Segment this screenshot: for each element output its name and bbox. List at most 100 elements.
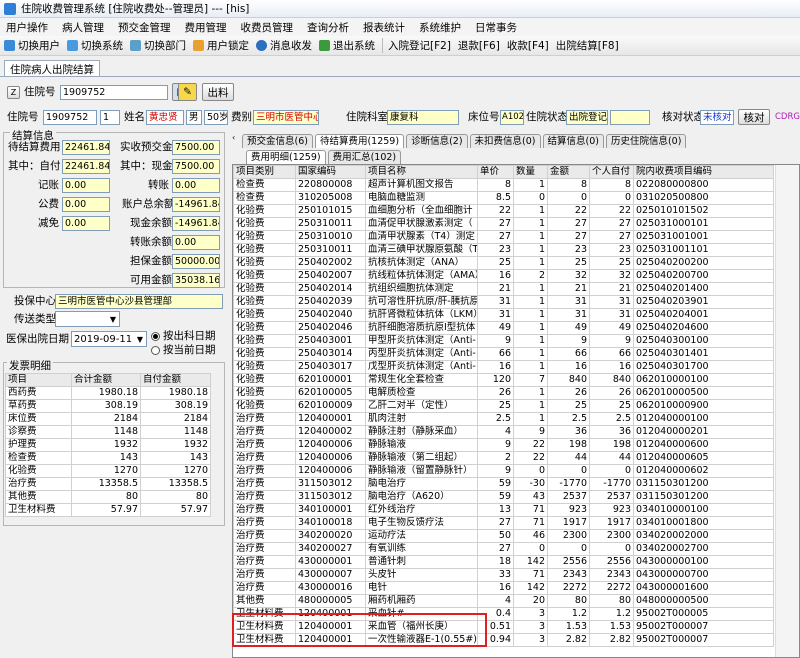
invoice-row[interactable]: 床位费 2184 2184 <box>5 412 211 426</box>
detail-row[interactable]: 化验费 250310011 血清促甲状腺激素测定（ 27 1 27 27 0250310001… <box>233 217 774 231</box>
menu-fee[interactable]: 费用管理 <box>185 20 227 35</box>
switch-dept-button[interactable]: 切换部门 <box>130 38 186 53</box>
detail-row[interactable]: 化验费 620100005 电解质检查 26 1 26 26 062010000500 <box>233 386 774 400</box>
detail-row[interactable]: 化验费 250402040 抗肝肾微粒体抗体（LKM） 31 1 31 31 02504020… <box>233 308 774 322</box>
detail-row[interactable]: 化验费 250310010 血清甲状腺素（T4）测定 27 1 27 27 025031001… <box>233 230 774 244</box>
tab-top-3[interactable]: 未扣费信息(0) <box>469 134 541 148</box>
transfer-type-select[interactable]: ▼ <box>55 311 120 327</box>
doc-tab[interactable]: 住院病人出院结算 <box>4 60 100 77</box>
category-label: 费别 <box>231 111 252 123</box>
detail-cell: 27 <box>547 230 590 244</box>
lock-user-button[interactable]: 用户锁定 <box>193 38 249 53</box>
detail-row[interactable]: 治疗费 311503012 脑电治疗 59 -30 -1770 -1770 031150301… <box>233 477 774 491</box>
admit-button[interactable]: 入院登记[F2] <box>382 38 451 53</box>
detail-row[interactable]: 其他费 480000005 厢药机厢药 4 20 80 80 048000000500 <box>233 594 774 608</box>
menu-cashier[interactable]: 收费员管理 <box>241 20 294 35</box>
detail-row[interactable]: 治疗费 340100001 红外线治疗 13 71 923 923 034010000100 <box>233 503 774 517</box>
invoice-row[interactable]: 诊察费 1148 1148 <box>5 425 211 439</box>
detail-header[interactable]: 个人自付 <box>589 165 634 179</box>
detail-row[interactable]: 化验费 620100001 常规生化全套检查 120 7 840 840 0620100001… <box>233 373 774 387</box>
tab-top-1[interactable]: 待结算费用(1259) <box>314 134 405 148</box>
discharge-date-picker[interactable]: 2019-09-11 ▼ <box>71 331 147 347</box>
invoice-row[interactable]: 西药费 1980.18 1980.18 <box>5 386 211 400</box>
detail-header[interactable]: 项目名称 <box>365 165 478 179</box>
menu-system[interactable]: 系统维护 <box>419 20 461 35</box>
detail-row[interactable]: 治疗费 340200027 有氧训练 27 0 0 0 034020002700 <box>233 542 774 556</box>
detail-header[interactable]: 国家编码 <box>295 165 366 179</box>
detail-row[interactable]: 化验费 250403014 丙型肝炎抗体测定（Anti- 66 1 66 66 0250403… <box>233 347 774 361</box>
detail-row[interactable]: 化验费 250101015 血细胞分析（全血细胞计 22 1 22 22 0250101015… <box>233 204 774 218</box>
discharge-settle-button[interactable]: 出院结算[F8] <box>556 38 619 53</box>
tab-top-5[interactable]: 历史住院信息(0) <box>605 134 687 148</box>
chevron-left-icon[interactable]: ‹ <box>232 133 235 142</box>
tab-top-0[interactable]: 预交金信息(6) <box>242 134 313 148</box>
detail-row[interactable]: 治疗费 311503012 脑电治疗（A620） 59 43 2537 2537 031150… <box>233 490 774 504</box>
detail-cell: 肌肉注射 <box>365 412 478 426</box>
detail-row[interactable]: 化验费 620100009 乙肝二对半（定性） 25 1 25 25 062010000900 <box>233 399 774 413</box>
switch-user-button[interactable]: 切换用户 <box>4 38 60 53</box>
vertical-scrollbar[interactable] <box>775 165 799 657</box>
invoice-row[interactable]: 化验费 1270 1270 <box>5 464 211 478</box>
detail-row[interactable]: 治疗费 120400002 静脉注射（静脉采血） 4 9 36 36 012040000201 <box>233 425 774 439</box>
detail-header[interactable]: 项目类别 <box>233 165 296 179</box>
detail-row[interactable]: 治疗费 340100018 电子生物反馈疗法 27 71 1917 1917 03401000… <box>233 516 774 530</box>
tab-sub-1[interactable]: 费用汇总(102) <box>327 150 402 164</box>
exit-button[interactable]: 退出系统 <box>319 38 375 53</box>
detail-cell: 治疗费 <box>233 412 296 426</box>
detail-header[interactable]: 金额 <box>547 165 590 179</box>
detail-row[interactable]: 治疗费 120400006 静脉输液 9 22 198 198 012040000600 <box>233 438 774 452</box>
collect-button[interactable]: 收款[F4] <box>507 38 549 53</box>
radio-by-current-date[interactable]: 按当前日期 <box>151 343 216 358</box>
invoice-row[interactable]: 治疗费 13358.5 13358.5 <box>5 477 211 491</box>
detail-row[interactable]: 化验费 250402046 抗肝细胞溶质抗原I型抗体 49 1 49 49 025040204… <box>233 321 774 335</box>
refund-button[interactable]: 退款[F6] <box>458 38 500 53</box>
query-toggle-icon[interactable]: Z <box>7 86 20 99</box>
detail-cell: 化验费 <box>233 230 296 244</box>
detail-row[interactable]: 治疗费 430000001 普通针刺 18 142 2556 2556 04300000010… <box>233 555 774 569</box>
switch-system-button[interactable]: 切换系统 <box>67 38 123 53</box>
detail-cell: 311503012 <box>295 477 366 491</box>
menu-report[interactable]: 报表统计 <box>363 20 405 35</box>
detail-row[interactable]: 化验费 250403017 戊型肝炎抗体测定（Anti- 16 1 16 16 0250403… <box>233 360 774 374</box>
menu-user[interactable]: 用户操作 <box>6 20 48 35</box>
detail-row[interactable]: 卫生材料费 120400001 一次性输液器E-1(0.55#) 0.94 3 2.82 2… <box>233 633 774 647</box>
detail-row[interactable]: 化验费 250402039 抗可溶性肝抗原/肝-胰抗原 31 1 31 31 02504020… <box>233 295 774 309</box>
search-input[interactable]: 1909752 <box>60 85 168 100</box>
invoice-row[interactable]: 检查费 143 143 <box>5 451 211 465</box>
invoice-row[interactable]: 其他费 80 80 <box>5 490 211 504</box>
detail-row[interactable]: 化验费 250403001 甲型肝炎抗体测定（Anti- 9 1 9 9 0250403001… <box>233 334 774 348</box>
tab-top-4[interactable]: 结算信息(0) <box>542 134 604 148</box>
menu-prepay[interactable]: 预交金管理 <box>118 20 171 35</box>
detail-row[interactable]: 治疗费 120400001 肌肉注射 2.5 1 2.5 2.5 012040000100 <box>233 412 774 426</box>
invoice-row[interactable]: 草药费 308.19 308.19 <box>5 399 211 413</box>
detail-row[interactable]: 化验费 250402007 抗线粒体抗体测定（AMA） 16 2 32 32 02504020… <box>233 269 774 283</box>
detail-row[interactable]: 化验费 250310011 血清三碘甲状腺原氨酸（T3 23 1 23 23 02503100… <box>233 243 774 257</box>
print-button[interactable]: 出料 <box>202 83 234 101</box>
detail-row[interactable]: 卫生材料费 120400001 采血管（福州长庚） 0.51 3 1.53 1.53 9500… <box>233 620 774 634</box>
tab-top-2[interactable]: 诊断信息(2) <box>406 134 468 148</box>
menu-patient[interactable]: 病人管理 <box>62 20 104 35</box>
detail-header[interactable]: 院内收费项目编码 <box>633 165 774 179</box>
detail-header[interactable]: 数量 <box>513 165 548 179</box>
detail-row[interactable]: 治疗费 430000007 头皮针 33 71 2343 2343 043000000700 <box>233 568 774 582</box>
detail-row[interactable]: 治疗费 120400006 静脉输液（第二组起） 2 22 44 44 01204000060… <box>233 451 774 465</box>
detail-row[interactable]: 检查费 220800008 超声计算机图文报告 8 1 8 8 022080000800 <box>233 178 774 192</box>
detail-row[interactable]: 化验费 250402014 抗组织细胞抗体测定 21 1 21 21 025040201400 <box>233 282 774 296</box>
radio-by-dept-date[interactable]: 按出科日期 <box>151 329 216 344</box>
menu-query[interactable]: 查询分析 <box>307 20 349 35</box>
invoice-cell: 1932 <box>71 438 141 452</box>
detail-row[interactable]: 治疗费 430000016 电针 16 142 2272 2272 043000001600 <box>233 581 774 595</box>
detail-row[interactable]: 卫生材料费 120400001 采血针# 0.4 3 1.2 1.2 95002T000005 <box>233 607 774 621</box>
detail-row[interactable]: 化验费 250402002 抗核抗体测定（ANA） 25 1 25 25 0250402002… <box>233 256 774 270</box>
invoice-row[interactable]: 护理费 1932 1932 <box>5 438 211 452</box>
detail-row[interactable]: 检查费 310205008 电脑血糖监测 8.5 0 0 0 031020500800 <box>233 191 774 205</box>
detail-row[interactable]: 治疗费 120400006 静脉输液（留置静脉针） 9 0 0 0 012040000602 <box>233 464 774 478</box>
tab-sub-0[interactable]: 费用明细(1259) <box>246 150 326 164</box>
audit-button[interactable]: 核对 <box>738 109 770 125</box>
pencil-icon[interactable]: ✎ <box>178 83 197 101</box>
invoice-row[interactable]: 卫生材料费 57.97 57.97 <box>5 503 211 517</box>
message-button[interactable]: 消息收发 <box>256 38 312 53</box>
menu-daily[interactable]: 日常事务 <box>475 20 517 35</box>
detail-row[interactable]: 治疗费 340200020 运动疗法 50 46 2300 2300 034020002000 <box>233 529 774 543</box>
detail-header[interactable]: 单价 <box>477 165 514 179</box>
